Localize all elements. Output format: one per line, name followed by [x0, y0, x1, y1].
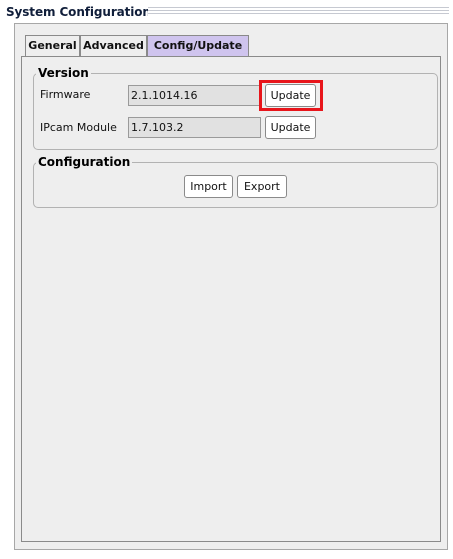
import-button[interactable]: Import	[184, 175, 233, 198]
tab-advanced[interactable]: Advanced	[80, 35, 147, 57]
firmware-version-field: 2.1.1014.16	[128, 85, 261, 106]
tab-general[interactable]: General	[25, 35, 80, 57]
title-bar-stripes	[148, 7, 449, 16]
ipcam-module-label: IPcam Module	[40, 121, 117, 134]
firmware-label: Firmware	[40, 88, 91, 101]
version-legend: Version	[38, 66, 89, 80]
window-title: System Configuration	[6, 5, 151, 19]
highlight-box	[259, 80, 323, 111]
configuration-group: Configuration	[33, 155, 438, 208]
tab-config-update[interactable]: Config/Update	[147, 35, 249, 57]
ipcam-module-update-button[interactable]: Update	[265, 116, 316, 139]
export-button[interactable]: Export	[237, 175, 287, 198]
ipcam-module-version-field: 1.7.103.2	[128, 117, 261, 138]
configuration-legend: Configuration	[38, 155, 131, 169]
